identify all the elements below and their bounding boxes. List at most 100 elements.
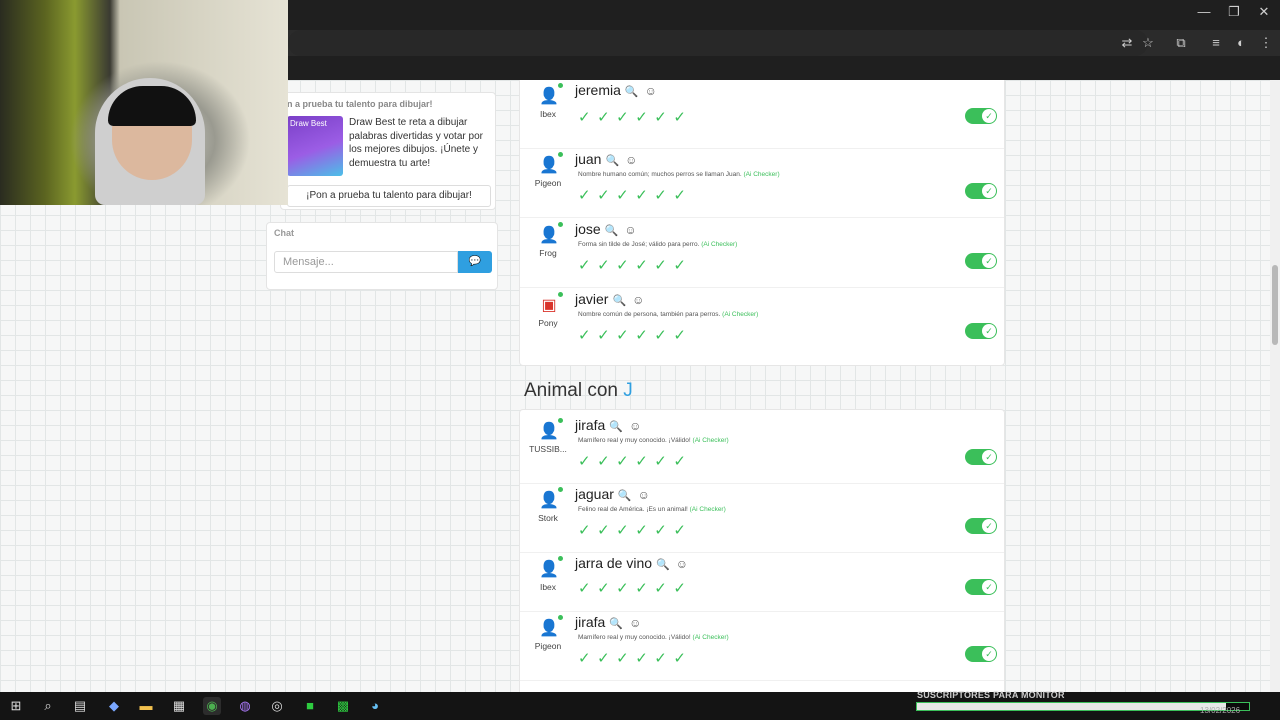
obs-icon[interactable]: ◎ bbox=[268, 697, 286, 715]
valid-toggle[interactable]: ✓ bbox=[965, 646, 997, 662]
vote-checks: ✓✓✓✓✓✓ bbox=[578, 650, 693, 667]
search-icon[interactable]: 🔍 bbox=[618, 490, 632, 502]
online-dot bbox=[558, 152, 563, 157]
valid-toggle[interactable]: ✓ bbox=[965, 183, 997, 199]
answer-word: jirafa 🔍 ☺ bbox=[575, 614, 641, 630]
user-icon: 👤 bbox=[539, 88, 559, 105]
check-icon: ✓ bbox=[982, 254, 996, 268]
chat-send-button[interactable]: 💬 bbox=[458, 251, 492, 273]
extensions-icon[interactable]: ⧉ bbox=[1172, 34, 1190, 52]
search-icon[interactable]: 🔍 bbox=[609, 618, 623, 630]
tray-date: 13/02/2026 bbox=[1200, 706, 1241, 715]
ai-reason: Felino real de América. ¡Es un animal! (… bbox=[578, 506, 726, 513]
ai-checker-tag: (Ai Checker) bbox=[743, 171, 780, 178]
search-icon[interactable]: 🔍 bbox=[609, 421, 623, 433]
category-letter: J bbox=[623, 380, 633, 401]
online-dot bbox=[558, 487, 563, 492]
answer-word: jaguar 🔍 ☺ bbox=[575, 486, 650, 502]
profile-avatar[interactable]: ◐ bbox=[1232, 34, 1250, 52]
copilot-icon[interactable]: ◆ bbox=[105, 697, 123, 715]
smiley-icon[interactable]: ☺ bbox=[624, 223, 636, 237]
custom-avatar-icon: ▣ bbox=[541, 297, 557, 314]
store-icon[interactable]: ▦ bbox=[170, 697, 188, 715]
search-icon[interactable]: ⌕ bbox=[39, 697, 57, 715]
list-item: 👤 Ibex jeremia 🔍 ☺ ✓✓✓✓✓✓ ✓ bbox=[520, 80, 1004, 149]
list-item: 👤 Pigeon juan 🔍 ☺ Nombre humano común; muc… bbox=[520, 149, 1004, 218]
user-icon: 👤 bbox=[539, 157, 559, 174]
online-dot bbox=[558, 292, 563, 297]
smiley-icon[interactable]: ☺ bbox=[625, 153, 637, 167]
list-item: 👤 Stork jaguar 🔍 ☺ Felino real de América.… bbox=[520, 484, 1004, 553]
search-icon[interactable]: 🔍 bbox=[605, 155, 619, 167]
chrome-icon[interactable]: ◉ bbox=[203, 697, 221, 715]
reason-text: Mamífero real y muy conocido. ¡Válido! bbox=[578, 437, 691, 444]
scrollbar-thumb[interactable] bbox=[1272, 265, 1278, 345]
player-name: TUSSIB... bbox=[529, 444, 567, 454]
valid-toggle[interactable]: ✓ bbox=[965, 579, 997, 595]
answer-word: jeremia 🔍 ☺ bbox=[575, 82, 657, 98]
check-icon: ✓ bbox=[982, 109, 996, 123]
ai-checker-tag: (Ai Checker) bbox=[701, 241, 738, 248]
task-view-icon[interactable]: ▤ bbox=[71, 697, 89, 715]
smiley-icon[interactable]: ☺ bbox=[645, 84, 657, 98]
reason-text: Felino real de América. ¡Es un animal! bbox=[578, 506, 688, 513]
user-icon: 👤 bbox=[539, 620, 559, 637]
answer-text: javier bbox=[575, 291, 609, 307]
ai-checker-tag: (Ai Checker) bbox=[689, 506, 726, 513]
translate-icon[interactable]: ⇄ bbox=[1118, 34, 1136, 52]
chat-title: Chat bbox=[274, 228, 294, 238]
page-scrollbar[interactable] bbox=[1270, 80, 1280, 692]
maximize-button[interactable]: ❐ bbox=[1219, 4, 1249, 20]
ai-reason: Mamífero real y muy conocido. ¡Válido! (… bbox=[578, 437, 729, 444]
minecraft-icon[interactable]: ▩ bbox=[334, 697, 352, 715]
online-dot bbox=[558, 222, 563, 227]
list-item: 👤 TUSSIB... jirafa 🔍 ☺ Mamífero real y muy… bbox=[520, 415, 1004, 484]
subscribers-goal-label: SUSCRIPTORES PARA MONITOR bbox=[917, 690, 1065, 700]
file-explorer-icon[interactable]: ▬ bbox=[137, 697, 155, 715]
list-item: 👤 Pigeon jirafa 🔍 ☺ Mamífero real y muy co… bbox=[520, 612, 1004, 681]
game-app-icon[interactable]: ■ bbox=[301, 697, 319, 715]
chat-app-icon[interactable]: ◍ bbox=[236, 697, 254, 715]
close-button[interactable]: ✕ bbox=[1249, 4, 1279, 20]
vote-checks: ✓✓✓✓✓✓ bbox=[578, 187, 693, 204]
menu-dots-icon[interactable]: ⋮ bbox=[1257, 34, 1275, 52]
promo-button[interactable]: ¡Pon a prueba tu talento para dibujar! bbox=[287, 185, 491, 207]
promo-image-label: Draw Best bbox=[290, 119, 327, 128]
smiley-icon[interactable]: ☺ bbox=[629, 616, 641, 630]
search-icon[interactable]: 🔍 bbox=[625, 86, 639, 98]
smiley-icon[interactable]: ☺ bbox=[676, 557, 688, 571]
url-field[interactable] bbox=[288, 30, 1148, 56]
player-name: Ibex bbox=[539, 582, 557, 592]
ai-reason: Mamífero real y muy conocido. ¡Válido! (… bbox=[578, 634, 729, 641]
search-icon[interactable]: 🔍 bbox=[612, 295, 626, 307]
search-icon[interactable]: 🔍 bbox=[656, 559, 670, 571]
answers-card: 👤 TUSSIB... jirafa 🔍 ☺ Mamífero real y muy… bbox=[519, 409, 1005, 692]
minimize-button[interactable]: — bbox=[1189, 4, 1219, 19]
valid-toggle[interactable]: ✓ bbox=[965, 253, 997, 269]
smiley-icon[interactable]: ☺ bbox=[629, 419, 641, 433]
category-title: Animal con J bbox=[524, 380, 633, 402]
answers-card: 👤 Ibex jeremia 🔍 ☺ ✓✓✓✓✓✓ ✓ 👤 Pigeon juan 🔍… bbox=[519, 80, 1005, 366]
chat-input[interactable]: Mensaje... bbox=[274, 251, 458, 273]
check-icon: ✓ bbox=[982, 519, 996, 533]
vote-checks: ✓✓✓✓✓✓ bbox=[578, 327, 693, 344]
valid-toggle[interactable]: ✓ bbox=[965, 518, 997, 534]
check-icon: ✓ bbox=[982, 580, 996, 594]
bookmark-star-icon[interactable]: ☆ bbox=[1139, 34, 1157, 52]
promo-image[interactable]: Draw Best bbox=[287, 116, 343, 176]
steam-icon[interactable]: ◕ bbox=[366, 697, 384, 715]
valid-toggle[interactable]: ✓ bbox=[965, 108, 997, 124]
user-icon: 👤 bbox=[539, 227, 559, 244]
list-item: 👤 Ibex jarra de vino 🔍 ☺ ✓✓✓✓✓✓ ✓ bbox=[520, 553, 1004, 612]
valid-toggle[interactable]: ✓ bbox=[965, 449, 997, 465]
valid-toggle[interactable]: ✓ bbox=[965, 323, 997, 339]
list-item: ▣ Pony javier 🔍 ☺ Nombre común de persona,… bbox=[520, 289, 1004, 358]
smiley-icon[interactable]: ☺ bbox=[638, 488, 650, 502]
search-icon[interactable]: 🔍 bbox=[605, 225, 619, 237]
answer-word: jose 🔍 ☺ bbox=[575, 221, 637, 237]
smiley-icon[interactable]: ☺ bbox=[632, 293, 644, 307]
media-control-icon[interactable]: ≡ bbox=[1207, 34, 1225, 52]
windows-start-icon[interactable]: ⊞ bbox=[7, 697, 25, 715]
vote-checks: ✓✓✓✓✓✓ bbox=[578, 257, 693, 274]
check-icon: ✓ bbox=[982, 324, 996, 338]
